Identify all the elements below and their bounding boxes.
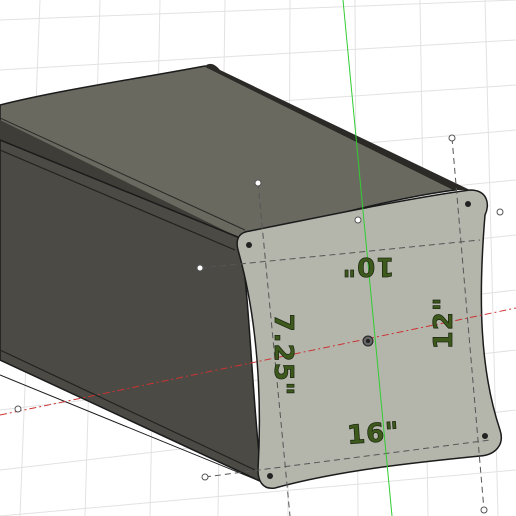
construction-point xyxy=(196,264,204,272)
dimension-left[interactable]: 7.25" xyxy=(268,313,299,397)
3d-canvas[interactable]: 10" 16" 7.25" 12" xyxy=(0,0,516,516)
construction-point xyxy=(354,216,362,224)
dimension-top[interactable]: 10" xyxy=(341,251,395,282)
construction-point xyxy=(480,506,488,514)
construction-point xyxy=(448,134,456,142)
vertex-point xyxy=(246,242,252,248)
origin-icon[interactable] xyxy=(362,335,374,347)
vertex-point xyxy=(465,201,471,207)
construction-point xyxy=(201,473,209,481)
construction-point xyxy=(14,405,22,413)
construction-point xyxy=(496,208,504,216)
vertex-point xyxy=(267,473,273,479)
vertex-point xyxy=(482,433,488,439)
dimension-right[interactable]: 12" xyxy=(429,296,460,350)
canvas-scene: 10" 16" 7.25" 12" xyxy=(0,0,516,516)
construction-point xyxy=(254,179,262,187)
dimension-bottom[interactable]: 16" xyxy=(346,417,401,451)
